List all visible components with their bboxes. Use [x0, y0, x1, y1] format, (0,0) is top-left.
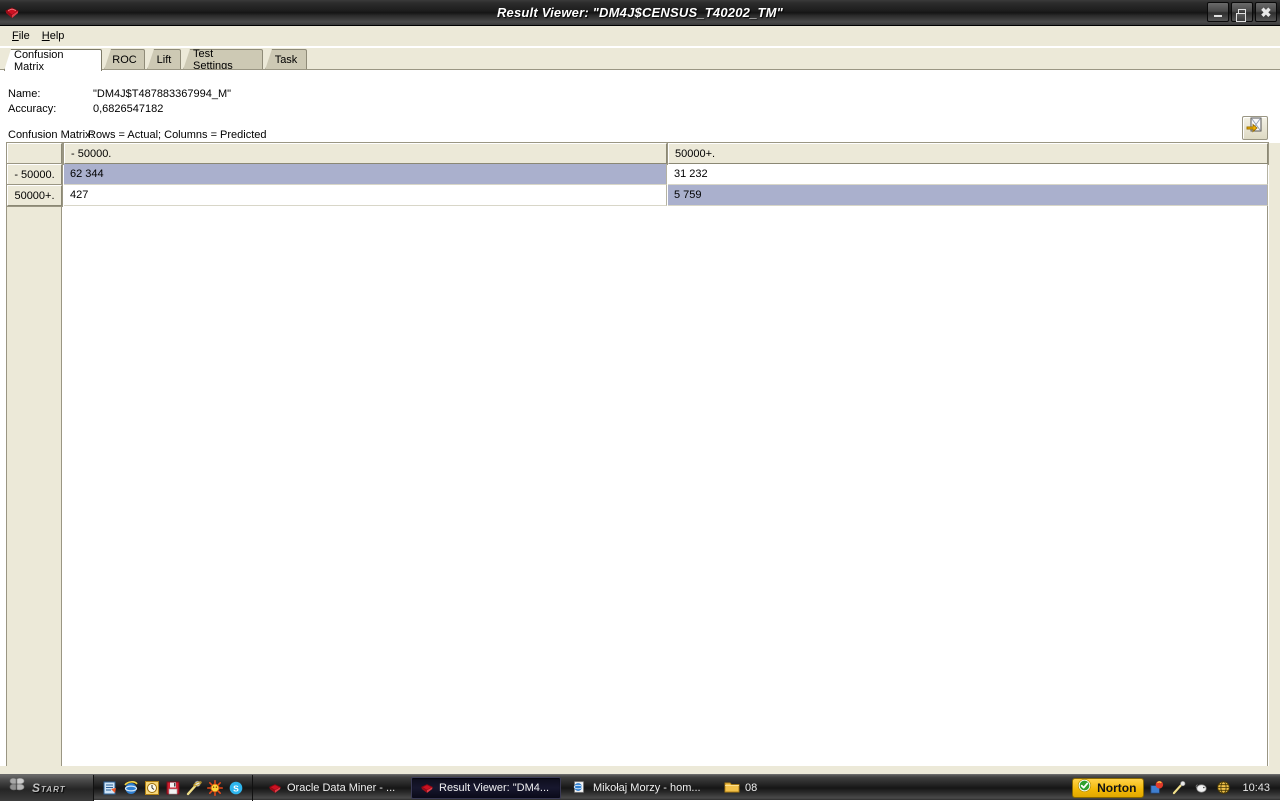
column-header-1[interactable]: 50000+.	[667, 142, 1269, 165]
row-header-1[interactable]: 50000+.	[6, 184, 63, 207]
internet-explorer-icon[interactable]	[123, 780, 139, 796]
clock-icon[interactable]	[144, 780, 160, 796]
svg-text:S: S	[233, 783, 239, 793]
mouse-icon[interactable]	[1194, 780, 1210, 796]
tab-label: Confusion Matrix	[14, 48, 64, 73]
start-label: Start	[32, 780, 66, 795]
system-tray: Norton 10:43	[1064, 775, 1280, 801]
tab-test-settings[interactable]: Test Settings	[183, 49, 263, 70]
tab-strip: Confusion Matrix ROC Lift Test Settings …	[0, 48, 1280, 71]
comet-icon[interactable]	[1172, 780, 1188, 796]
start-button[interactable]: Start	[0, 774, 94, 801]
close-button[interactable]: ✖	[1255, 2, 1277, 22]
confusion-matrix-table[interactable]: - 50000. 50000+. - 50000. 50000+. 62 344…	[6, 142, 1269, 767]
oracle-data-miner-icon	[420, 782, 434, 794]
norton-label: Norton	[1097, 780, 1137, 795]
minimize-button[interactable]	[1207, 2, 1229, 22]
sun-icon[interactable]	[207, 779, 223, 796]
taskbar-button-label: Mikołaj Morzy - hom...	[593, 781, 701, 794]
taskbar-button-label: Oracle Data Miner - ...	[287, 781, 396, 794]
menu-item-file[interactable]: File	[6, 28, 36, 45]
table-empty-area	[64, 206, 1268, 767]
tab-label: Lift	[156, 54, 172, 66]
tab-task[interactable]: Task	[265, 49, 307, 70]
tab-roc[interactable]: ROC	[104, 49, 145, 70]
internet-explorer-icon	[572, 780, 588, 796]
accuracy-value: 0,6826547182	[93, 103, 164, 115]
desktop-icon[interactable]	[102, 780, 118, 796]
oracle-data-miner-icon[interactable]	[4, 5, 20, 21]
restore-button[interactable]	[1231, 2, 1253, 22]
window-bottom-edge	[0, 766, 1280, 774]
confusion-matrix-caption: Rows = Actual; Columns = Predicted	[88, 129, 267, 141]
oracle-data-miner-icon	[268, 782, 282, 794]
taskbar-button-oracle-data-miner[interactable]: Oracle Data Miner - ...	[259, 777, 409, 799]
row-header-column	[6, 143, 62, 767]
table-right-gutter	[1269, 143, 1280, 767]
accuracy-label: Accuracy:	[8, 103, 57, 115]
taskbar-button-browser[interactable]: Mikołaj Morzy - hom...	[563, 777, 713, 799]
norton-shield-check-icon	[1077, 778, 1092, 798]
comet-icon[interactable]	[186, 780, 202, 796]
windows-logo-icon	[8, 777, 26, 798]
table-cell-0-0[interactable]: 62 344	[64, 164, 667, 185]
export-arrow-icon	[1246, 117, 1264, 140]
confusion-matrix-label: Confusion Matrix:	[8, 129, 94, 141]
table-cell-1-0[interactable]: 427	[64, 185, 667, 206]
tray-app-icon[interactable]	[1150, 780, 1166, 796]
name-label: Name:	[8, 88, 41, 100]
skype-icon[interactable]: S	[228, 780, 244, 796]
menu-item-help[interactable]: Help	[36, 28, 71, 45]
table-corner-cell	[6, 142, 63, 165]
taskbar: Start S Oracle Data Miner - ... Result V…	[0, 774, 1280, 801]
tab-label: ROC	[112, 54, 137, 66]
menu-item-file-rest: ile	[18, 29, 30, 42]
tab-confusion-matrix[interactable]: Confusion Matrix	[4, 49, 102, 71]
taskbar-clock[interactable]: 10:43	[1238, 782, 1272, 794]
save-floppy-icon[interactable]	[165, 780, 181, 796]
column-header-0[interactable]: - 50000.	[63, 142, 668, 165]
table-cell-0-1[interactable]: 31 232	[668, 164, 1268, 185]
taskbar-buttons: Oracle Data Miner - ... Result Viewer: "…	[253, 776, 1064, 799]
taskbar-button-label: 08	[745, 781, 758, 794]
globe-icon[interactable]	[1216, 780, 1232, 796]
content-pane: Name: "DM4J$T487883367994_M" Accuracy: 0…	[0, 70, 1280, 767]
menu-item-help-rest: elp	[49, 29, 65, 42]
norton-tray-badge[interactable]: Norton	[1072, 777, 1145, 798]
name-value: "DM4J$T487883367994_M"	[93, 88, 232, 100]
quick-launch-bar: S	[94, 774, 253, 801]
window-title: Result Viewer: "DM4J$CENSUS_T40202_TM"	[496, 5, 784, 20]
tab-label: Task	[274, 54, 298, 66]
row-header-0[interactable]: - 50000.	[6, 163, 63, 186]
taskbar-button-folder[interactable]: 08	[715, 777, 815, 799]
export-button[interactable]	[1242, 116, 1268, 140]
table-cell-1-1[interactable]: 5 759	[668, 185, 1268, 206]
taskbar-button-result-viewer[interactable]: Result Viewer: "DM4...	[411, 776, 561, 799]
window-controls: ✖	[1207, 2, 1277, 22]
tab-lift[interactable]: Lift	[147, 49, 181, 70]
menu-bar: File Help	[0, 26, 1280, 46]
window-titlebar[interactable]: Result Viewer: "DM4J$CENSUS_T40202_TM" ✖	[0, 0, 1280, 26]
taskbar-button-label: Result Viewer: "DM4...	[439, 781, 550, 794]
folder-icon	[724, 780, 740, 796]
